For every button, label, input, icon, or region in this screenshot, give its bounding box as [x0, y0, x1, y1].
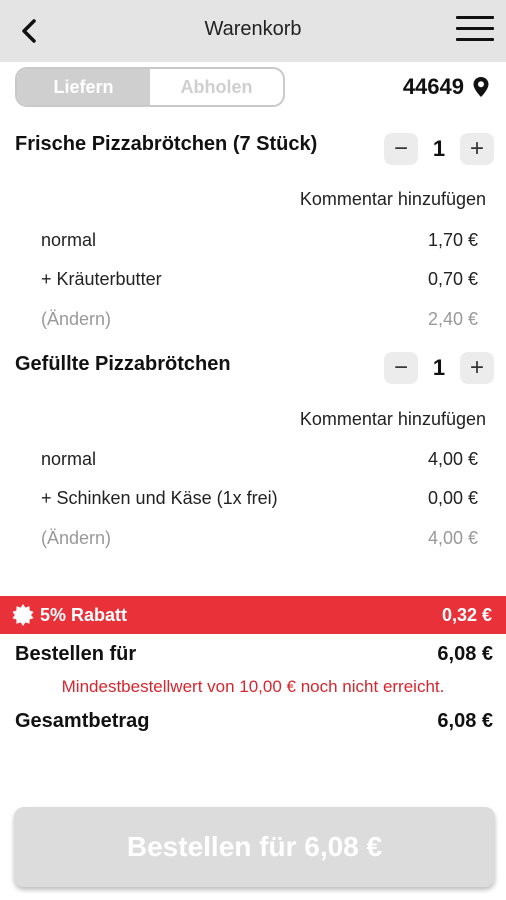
- item-subtotal: 4,00 €: [427, 528, 478, 548]
- item-subtotal: 2,40 €: [427, 309, 478, 329]
- order-button[interactable]: Bestellen für 6,08 €: [14, 807, 495, 887]
- price-line: + Kräuterbutter 0,70 €: [41, 269, 478, 290]
- order-for-value: 6,08 €: [437, 643, 493, 665]
- option-price: 0,00 €: [427, 488, 478, 508]
- option-price: 1,70 €: [427, 230, 478, 250]
- discount-bar: 5% Rabatt 0,32 €: [0, 596, 506, 634]
- badge-icon: [12, 604, 34, 626]
- cart-item-name: Frische Pizzabrötchen (7 Stück): [15, 133, 318, 155]
- minimum-order-warning: Mindestbestellwert von 10,00 € noch nich…: [61, 677, 445, 696]
- quantity-stepper: − 1 +: [384, 352, 494, 384]
- option-label: normal: [41, 449, 97, 469]
- total-value: 6,08 €: [437, 710, 493, 732]
- cart-item-name: Gefüllte Pizzabrötchen: [15, 353, 231, 375]
- quantity-value: 1: [432, 136, 446, 161]
- app-header: Warenkorb: [0, 0, 506, 62]
- decrease-quantity-button[interactable]: −: [384, 133, 418, 165]
- location-pin-icon: [473, 77, 489, 97]
- order-for-row: Bestellen für 6,08 €: [15, 643, 493, 666]
- price-line: (Ändern) 2,40 €: [41, 309, 478, 330]
- option-price: 4,00 €: [427, 449, 478, 469]
- option-label: normal: [41, 230, 97, 250]
- location-selector[interactable]: 44649: [403, 74, 490, 100]
- hamburger-icon[interactable]: [456, 16, 494, 46]
- increase-quantity-button[interactable]: +: [460, 352, 494, 384]
- page-title: Warenkorb: [204, 18, 302, 40]
- delivery-mode-toggle: Liefern Abholen: [15, 67, 285, 107]
- discount-value: 0,32 €: [441, 604, 492, 625]
- add-comment-link[interactable]: Kommentar hinzufügen: [300, 409, 486, 430]
- option-label: + Schinken und Käse (1x frei): [41, 488, 278, 508]
- add-comment-link[interactable]: Kommentar hinzufügen: [300, 189, 486, 210]
- edit-item-link[interactable]: (Ändern): [41, 528, 111, 549]
- decrease-quantity-button[interactable]: −: [384, 352, 418, 384]
- pickup-tab[interactable]: Abholen: [150, 69, 283, 105]
- option-price: 0,70 €: [427, 269, 478, 289]
- discount-label: 5% Rabatt: [40, 604, 128, 625]
- order-for-label: Bestellen für: [15, 643, 137, 665]
- price-line: normal 1,70 €: [41, 230, 478, 251]
- price-line: normal 4,00 €: [41, 449, 478, 470]
- option-label: + Kräuterbutter: [41, 269, 162, 289]
- price-line: + Schinken und Käse (1x frei) 0,00 €: [41, 488, 478, 509]
- edit-item-link[interactable]: (Ändern): [41, 309, 111, 330]
- quantity-value: 1: [432, 355, 446, 380]
- increase-quantity-button[interactable]: +: [460, 133, 494, 165]
- total-label: Gesamtbetrag: [15, 710, 150, 732]
- delivery-tab[interactable]: Liefern: [17, 69, 150, 105]
- quantity-stepper: − 1 +: [384, 133, 494, 165]
- total-row: Gesamtbetrag 6,08 €: [15, 710, 493, 733]
- price-line: (Ändern) 4,00 €: [41, 528, 478, 549]
- zip-code: 44649: [402, 74, 464, 99]
